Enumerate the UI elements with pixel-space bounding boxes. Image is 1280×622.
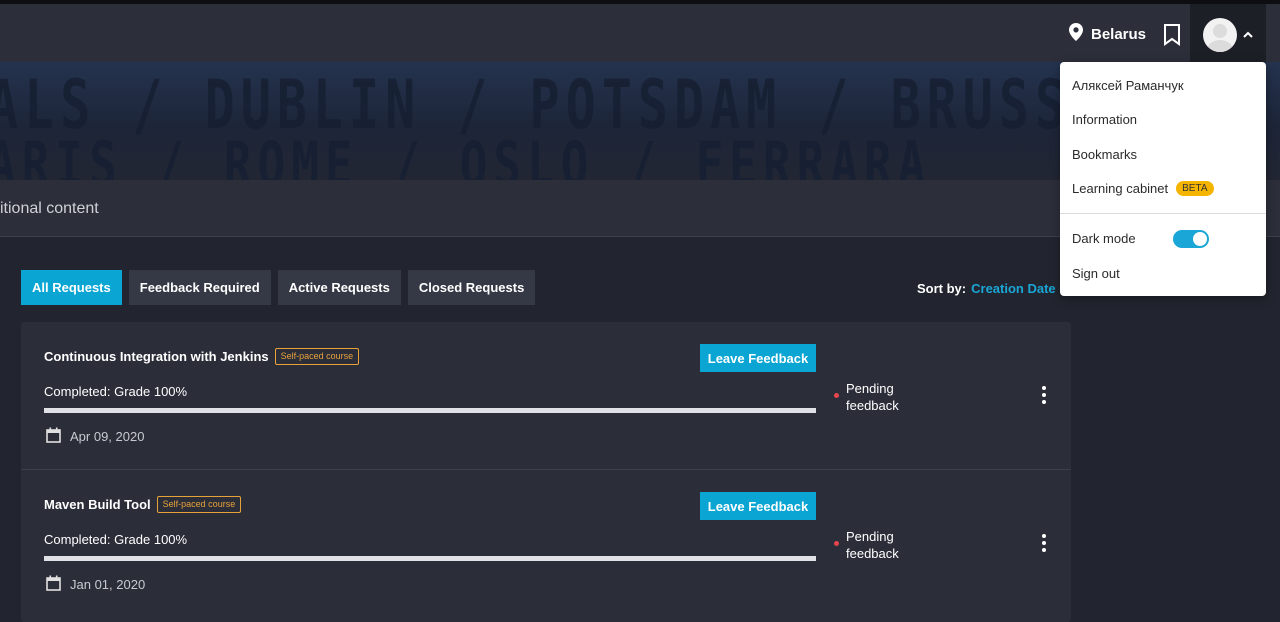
bookmark-icon[interactable]	[1163, 24, 1181, 51]
progress-bar	[44, 408, 816, 413]
request-card: Maven Build Tool Self-paced course Leave…	[21, 469, 1071, 616]
request-date: Apr 09, 2020	[46, 427, 144, 446]
more-options-icon[interactable]	[1039, 534, 1049, 554]
sort-label: Sort by:	[917, 281, 967, 296]
progress-bar	[44, 556, 816, 561]
request-tabs: All Requests Feedback Required Active Re…	[21, 270, 536, 305]
top-header: Belarus	[0, 0, 1280, 66]
leave-feedback-button[interactable]: Leave Feedback	[700, 344, 816, 372]
menu-bookmarks[interactable]: Bookmarks	[1072, 147, 1137, 162]
sort-select[interactable]: Creation Date	[971, 281, 1056, 296]
calendar-icon	[46, 427, 61, 446]
dark-mode-label: Dark mode	[1072, 231, 1136, 246]
completion-status: Completed: Grade 100%	[44, 532, 188, 547]
progress-fill	[44, 408, 816, 413]
completion-status: Completed: Grade 100%	[44, 384, 188, 399]
course-title[interactable]: Continuous Integration with Jenkins	[44, 349, 269, 364]
menu-learning-cabinet[interactable]: Learning cabinet BETA	[1072, 181, 1214, 196]
request-date: Jan 01, 2020	[46, 575, 145, 594]
user-menu-toggle[interactable]	[1190, 4, 1266, 66]
sort-control: Sort by: Creation Date	[917, 281, 1056, 296]
location-pin-icon	[1069, 23, 1083, 46]
course-type-badge: Self-paced course	[156, 496, 242, 513]
chevron-up-icon	[1243, 26, 1253, 44]
card-title: Continuous Integration with Jenkins Self…	[44, 348, 360, 365]
tab-feedback-required[interactable]: Feedback Required	[128, 270, 271, 305]
menu-divider	[1060, 213, 1266, 214]
tab-active-requests[interactable]: Active Requests	[277, 270, 401, 305]
tab-all-requests[interactable]: All Requests	[21, 270, 122, 305]
card-title: Maven Build Tool Self-paced course	[44, 496, 242, 513]
learning-cabinet-label: Learning cabinet	[1072, 181, 1169, 196]
tab-closed-requests[interactable]: Closed Requests	[407, 270, 536, 305]
banner-text-row: ARIS / ROME / OSLO / FERRARA	[0, 128, 932, 180]
beta-badge: BETA	[1176, 181, 1214, 196]
progress-fill	[44, 556, 816, 561]
request-list: Continuous Integration with Jenkins Self…	[21, 322, 1071, 622]
status-text: Pending feedback	[846, 529, 899, 561]
request-card: Continuous Integration with Jenkins Self…	[21, 322, 1071, 469]
menu-user-name[interactable]: Аляксей Раманчук	[1072, 78, 1184, 93]
course-title[interactable]: Maven Build Tool	[44, 497, 151, 512]
calendar-icon	[46, 575, 61, 594]
date-text: Apr 09, 2020	[70, 429, 145, 444]
status-dot-icon	[834, 393, 839, 398]
subheader-text[interactable]: itional content	[0, 200, 99, 218]
location-label: Belarus	[1091, 26, 1147, 43]
more-options-icon[interactable]	[1039, 386, 1049, 406]
feedback-status: Pending feedback	[834, 380, 910, 414]
leave-feedback-button[interactable]: Leave Feedback	[700, 492, 816, 520]
location-selector[interactable]: Belarus	[1069, 23, 1146, 46]
status-dot-icon	[834, 541, 839, 546]
date-text: Jan 01, 2020	[70, 577, 146, 592]
course-type-badge: Self-paced course	[274, 348, 360, 365]
menu-sign-out[interactable]: Sign out	[1072, 266, 1120, 281]
menu-information[interactable]: Information	[1072, 112, 1137, 127]
user-dropdown-menu: Аляксей Раманчук Information Bookmarks L…	[1060, 62, 1266, 296]
status-text: Pending feedback	[846, 381, 899, 413]
feedback-status: Pending feedback	[834, 528, 910, 562]
avatar-icon	[1203, 18, 1237, 52]
dark-mode-toggle[interactable]	[1173, 230, 1209, 248]
